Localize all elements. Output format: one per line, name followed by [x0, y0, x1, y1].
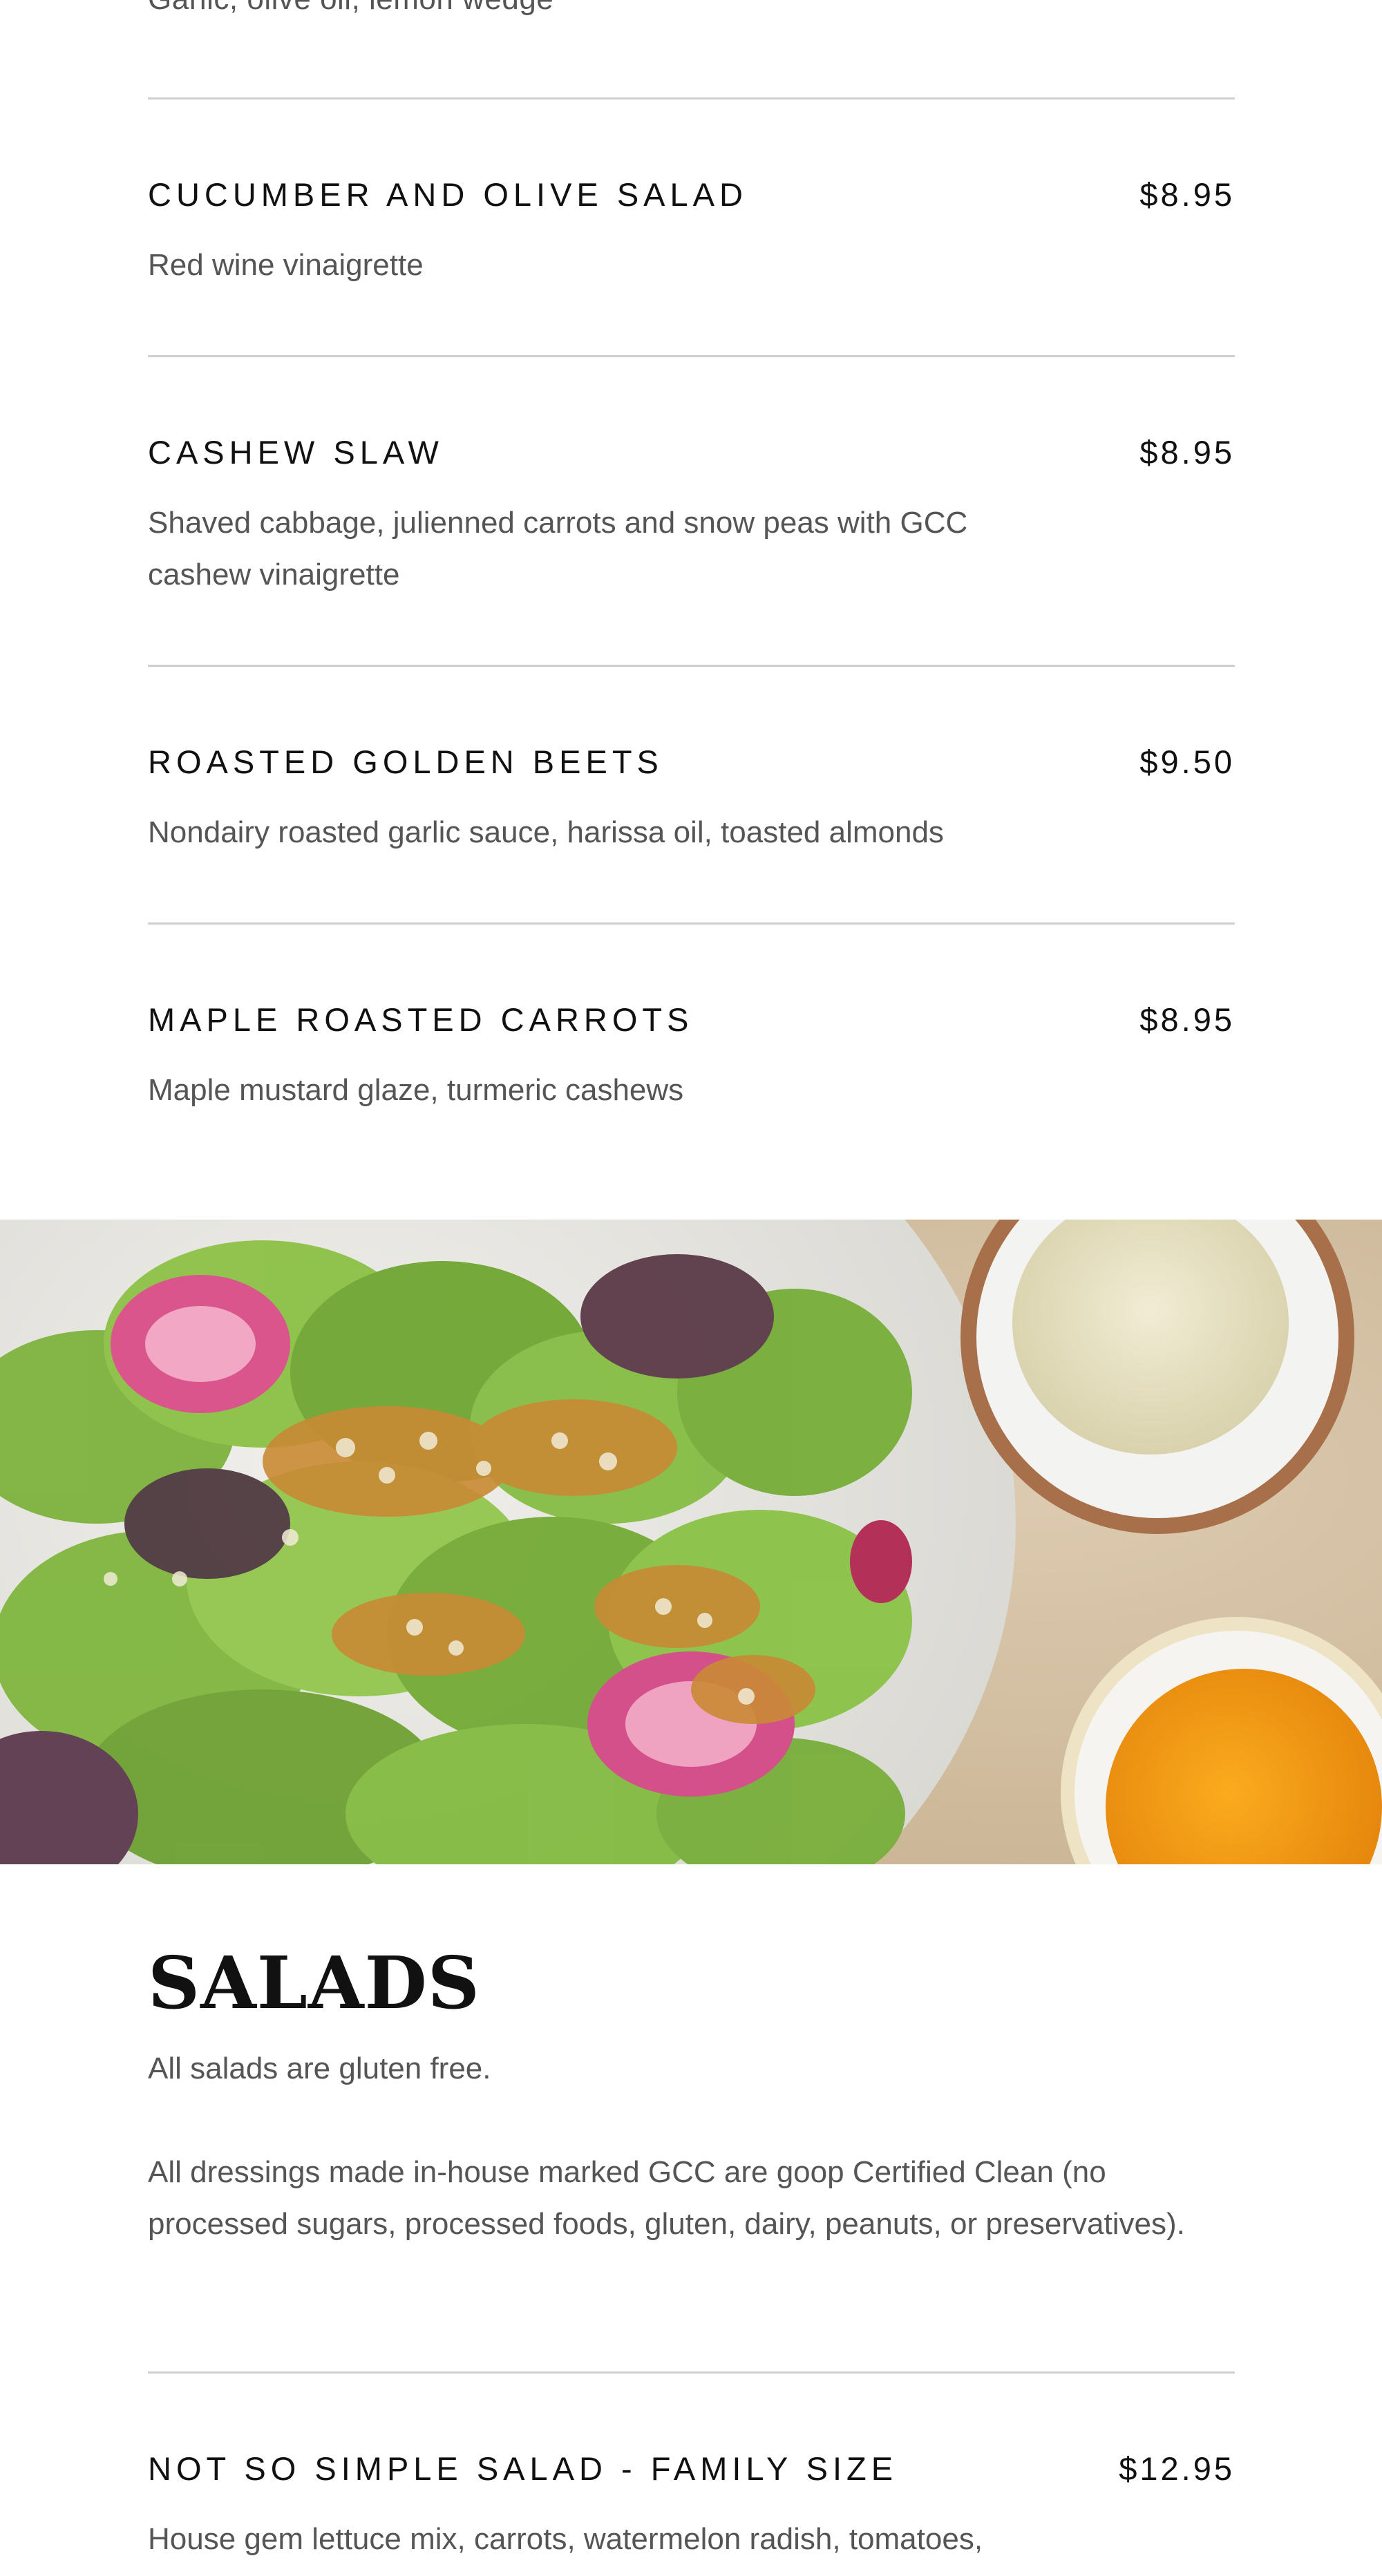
item-name: CASHEW SLAW [148, 434, 444, 471]
divider [148, 922, 1235, 925]
divider [148, 2371, 1235, 2374]
section-note: All dressings made in-house marked GCC a… [148, 2155, 1185, 2241]
section-note: All salads are gluten free. [148, 2052, 491, 2085]
section-title: SALADS [148, 1940, 480, 2025]
item-name: MAPLE ROASTED CARROTS [148, 1001, 694, 1038]
item-price: $8.95 [1139, 1001, 1235, 1038]
item-description: Red wine vinaigrette [148, 248, 424, 282]
divider [148, 97, 1235, 100]
item-name: NOT SO SIMPLE SALAD - FAMILY SIZE [148, 2450, 898, 2487]
item-price: $8.95 [1139, 434, 1235, 471]
item-price: $12.95 [1119, 2450, 1235, 2487]
divider [148, 665, 1235, 667]
salad-hero-image [0, 1220, 1382, 1864]
item-name: CUCUMBER AND OLIVE SALAD [148, 176, 748, 213]
item-description: Nondairy roasted garlic sauce, harissa o… [148, 815, 944, 849]
divider [148, 355, 1235, 357]
item-description: Maple mustard glaze, turmeric cashews [148, 1073, 684, 1107]
item-description: Shaved cabbage, julienned carrots and sn… [148, 506, 968, 591]
item-name: ROASTED GOLDEN BEETS [148, 744, 663, 780]
item-description: House gem lettuce mix, carrots, watermel… [148, 2522, 983, 2556]
previous-item-description: Garlic, olive oil, lemon wedge [148, 0, 553, 17]
salad-photo-illustration [0, 1220, 1382, 1864]
item-price: $9.50 [1139, 744, 1235, 780]
item-price: $8.95 [1139, 176, 1235, 213]
